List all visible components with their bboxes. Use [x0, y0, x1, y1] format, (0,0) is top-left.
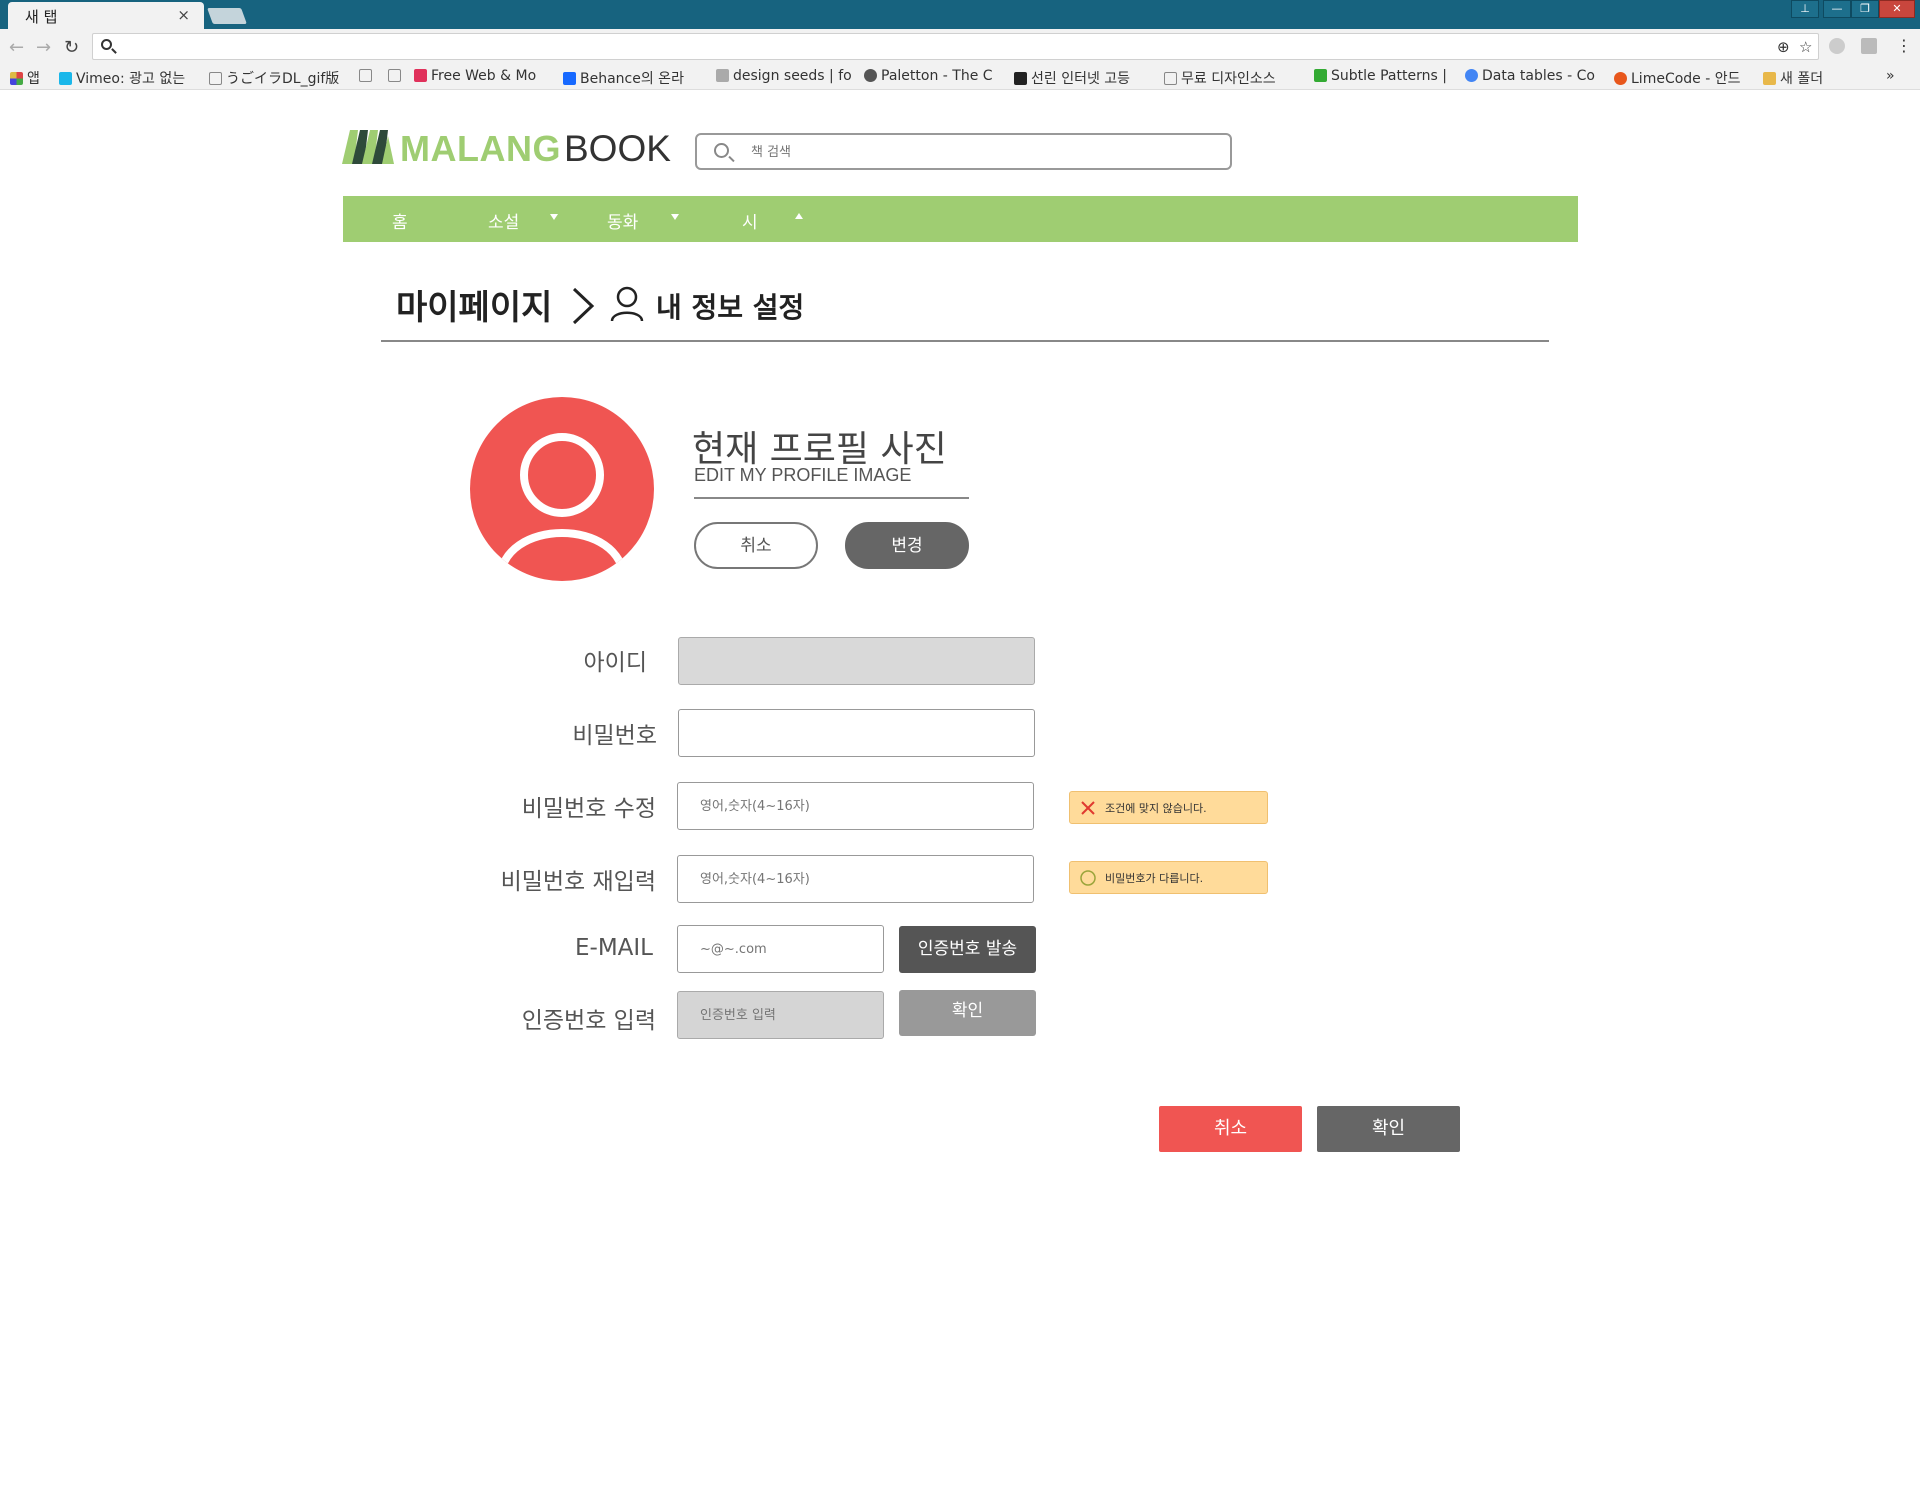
profile-divider	[694, 497, 969, 499]
search-icon	[101, 39, 112, 50]
nav-item-home[interactable]: 홈	[392, 208, 408, 233]
nav-item-novel[interactable]: 소설	[488, 208, 519, 233]
bookmarks-overflow-icon[interactable]: »	[1886, 68, 1895, 84]
id-label: 아이디	[583, 650, 647, 676]
nav-item-poetry[interactable]: 시	[742, 208, 758, 233]
caret-down-icon[interactable]	[550, 214, 558, 220]
close-window-button[interactable]: ✕	[1879, 0, 1915, 18]
tab-title: 새 탭	[25, 8, 58, 26]
page-icon	[209, 72, 222, 85]
email-label: E-MAIL	[574, 935, 653, 961]
code-field[interactable]	[677, 991, 884, 1039]
new-password-field[interactable]	[677, 782, 1034, 830]
apps-grid-icon	[10, 72, 23, 85]
logo-mark-icon	[342, 130, 394, 164]
bookmarks-bar: 앱 Vimeo: 광고 없는 うごイラDL_gif版 Free Web & Mo…	[0, 66, 1920, 90]
password-field[interactable]	[678, 709, 1035, 757]
design-seeds-icon	[716, 69, 729, 82]
bookmark-limecode[interactable]: LimeCode - 안드	[1614, 68, 1741, 88]
breadcrumb-root[interactable]: 마이페이지	[396, 280, 552, 329]
browser-tab[interactable]: 새 탭 ×	[8, 2, 204, 29]
sunrin-icon	[1014, 72, 1027, 85]
extension-t-icon[interactable]	[1861, 38, 1877, 54]
tab-close-icon[interactable]: ×	[177, 6, 190, 24]
password-label: 비밀번호	[572, 723, 657, 749]
page-icon	[1164, 72, 1177, 85]
back-icon[interactable]: ←	[9, 37, 24, 58]
email-field[interactable]	[677, 925, 884, 973]
bookmark-apps[interactable]: 앱	[10, 68, 40, 88]
confirm-password-field[interactable]	[677, 855, 1034, 903]
profile-subtitle: EDIT MY PROFILE IMAGE	[694, 465, 912, 485]
restore-button[interactable]: ❐	[1851, 0, 1879, 18]
profile-avatar[interactable]	[470, 397, 654, 581]
bookmark-design-seeds[interactable]: design seeds | fo	[716, 68, 852, 84]
zoom-icon[interactable]: ⊕	[1777, 38, 1790, 56]
chevron-right-icon	[572, 287, 595, 325]
search-icon	[714, 143, 729, 158]
bookmark-data-tables[interactable]: Data tables - Co	[1465, 68, 1595, 84]
bookmark-free-design[interactable]: 무료 디자인소스	[1164, 68, 1276, 88]
browser-titlebar: 새 탭 × ⊥ — ❐ ✕	[0, 0, 1920, 29]
browser-toolbar: ← → ↻ ⊕ ☆ ⋮	[0, 29, 1920, 66]
breadcrumb-divider	[381, 340, 1549, 342]
new-password-warning-text: 조건에 맞지 않습니다.	[1105, 802, 1207, 815]
paletton-icon	[864, 69, 877, 82]
bookmark-paletton[interactable]: Paletton - The C	[864, 68, 993, 84]
forward-icon[interactable]: →	[36, 37, 51, 58]
minimize-button[interactable]: —	[1823, 0, 1851, 18]
bookmark-vimeo[interactable]: Vimeo: 광고 없는	[59, 68, 185, 88]
caret-down-icon[interactable]	[671, 214, 679, 220]
new-password-label: 비밀번호 수정	[521, 796, 656, 822]
book-search-input[interactable]	[751, 142, 1211, 162]
nav-item-fairytale[interactable]: 동화	[607, 208, 638, 233]
menu-kebab-icon[interactable]: ⋮	[1896, 36, 1912, 55]
new-password-warning: 조건에 맞지 않습니다.	[1069, 791, 1268, 824]
bookmark-invision[interactable]: Free Web & Mo	[414, 68, 536, 84]
profile-window-icon[interactable]: ⊥	[1791, 0, 1819, 18]
bookmark-subtle-patterns[interactable]: Subtle Patterns |	[1314, 68, 1447, 84]
new-tab-button[interactable]	[207, 8, 247, 24]
bookmark-ugoira[interactable]: うごイラDL_gif版	[209, 68, 339, 88]
vimeo-icon	[59, 72, 72, 85]
profile-change-button[interactable]: 변경	[845, 522, 969, 569]
confirm-password-warning-text: 비밀번호가 다릅니다.	[1105, 872, 1204, 885]
page-icon	[388, 69, 401, 82]
google-icon	[1465, 69, 1478, 82]
limecode-icon	[1614, 72, 1627, 85]
confirm-password-label: 비밀번호 재입력	[500, 869, 656, 895]
logo-primary-text: MALANG	[400, 128, 561, 169]
cancel-button[interactable]: 취소	[1159, 1106, 1302, 1152]
page-icon	[359, 69, 372, 82]
reload-icon[interactable]: ↻	[64, 37, 79, 58]
logo-secondary-text: BOOK	[564, 128, 671, 169]
bookmark-page-1[interactable]	[359, 68, 376, 84]
book-search[interactable]	[695, 133, 1232, 170]
user-icon	[610, 286, 644, 322]
invision-icon	[414, 69, 427, 82]
breadcrumb-current: 내 정보 설정	[656, 291, 805, 324]
bookmark-page-2[interactable]	[388, 68, 405, 84]
behance-icon	[563, 72, 576, 85]
confirm-password-warning: 비밀번호가 다릅니다.	[1069, 861, 1268, 894]
user-avatar-icon	[496, 433, 628, 581]
confirm-button[interactable]: 확인	[1317, 1106, 1460, 1152]
error-x-icon	[1081, 801, 1095, 815]
subtle-patterns-icon	[1314, 69, 1327, 82]
extension-globe-icon[interactable]	[1829, 38, 1845, 54]
main-nav: 홈 소설 동화 시	[343, 196, 1578, 242]
caret-up-icon[interactable]	[795, 213, 803, 219]
code-label: 인증번호 입력	[521, 1008, 656, 1034]
verify-code-button[interactable]: 확인	[899, 990, 1036, 1036]
bookmark-new-folder[interactable]: 새 폴더	[1763, 68, 1823, 88]
bookmark-sunrin[interactable]: 선린 인터넷 고등	[1014, 68, 1130, 88]
folder-icon	[1763, 72, 1776, 85]
id-field	[678, 637, 1035, 685]
circle-indicator-icon	[1080, 870, 1096, 886]
bookmark-behance[interactable]: Behance의 온라	[563, 68, 684, 88]
address-bar[interactable]: ⊕ ☆	[92, 33, 1819, 60]
bookmark-star-icon[interactable]: ☆	[1799, 38, 1812, 56]
send-code-button[interactable]: 인증번호 발송	[899, 926, 1036, 973]
profile-cancel-button[interactable]: 취소	[694, 522, 818, 569]
